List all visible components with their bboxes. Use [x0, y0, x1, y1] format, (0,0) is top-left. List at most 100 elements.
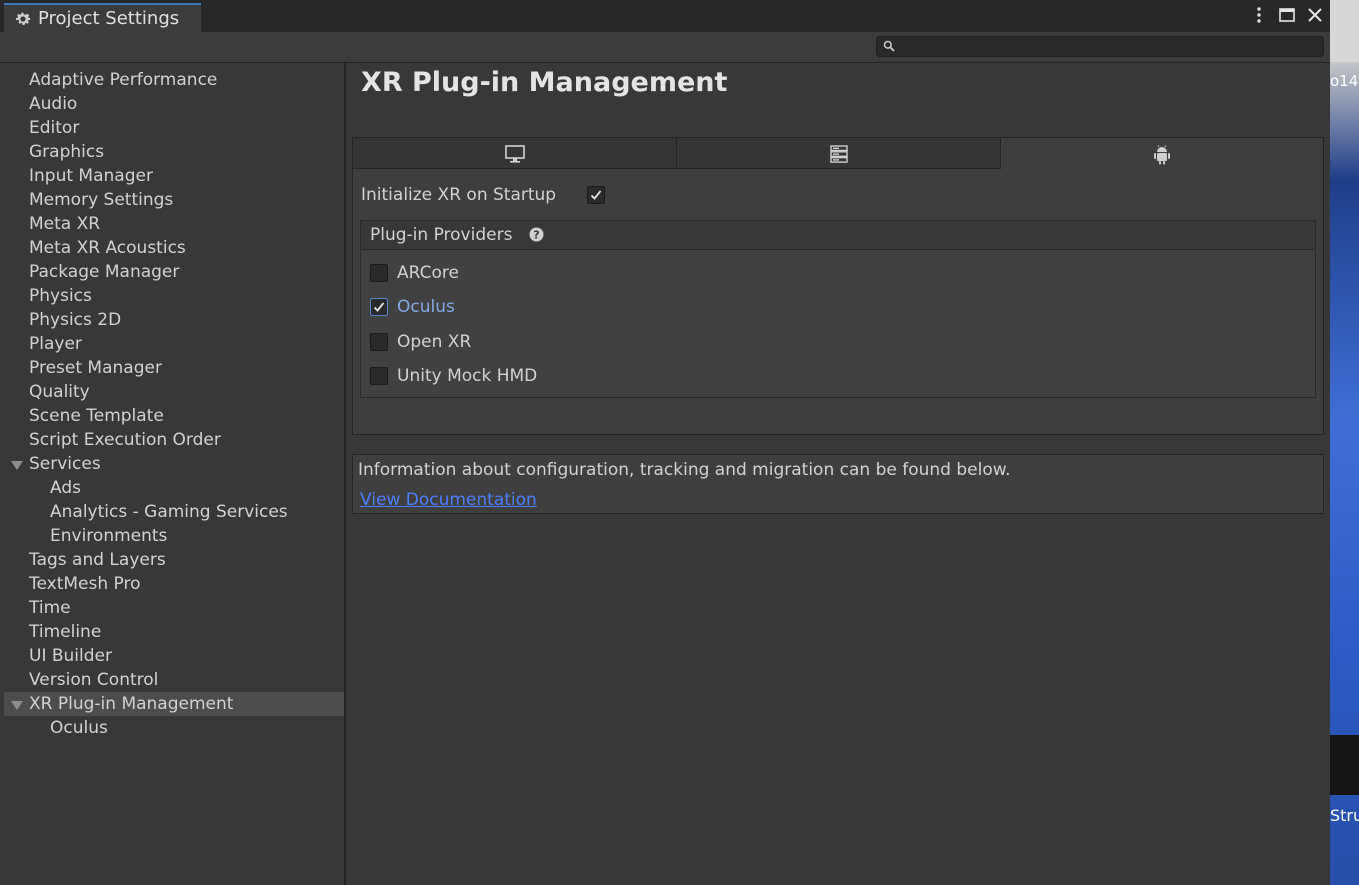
background-window: o14 Stru [1330, 0, 1359, 885]
sidebar-item-services[interactable]: Services [4, 452, 344, 476]
kebab-menu-icon[interactable] [1250, 4, 1268, 26]
checkmark-icon [373, 302, 385, 312]
provider-unity-mock-hmd-row[interactable]: Unity Mock HMD [370, 364, 770, 388]
provider-oculus-label: Oculus [397, 297, 455, 317]
provider-unity-mock-hmd-checkbox[interactable] [370, 367, 388, 385]
title-bar: Project Settings [0, 0, 1330, 32]
foldout-arrow-icon[interactable] [11, 461, 23, 470]
checkmark-icon [590, 190, 602, 200]
sidebar-item-scene-template[interactable]: Scene Template [4, 404, 344, 428]
sidebar-item-label: Audio [29, 94, 78, 114]
provider-oculus-checkbox[interactable] [370, 298, 388, 316]
view-documentation-link[interactable]: View Documentation [360, 489, 537, 511]
sidebar-item-label: Preset Manager [29, 358, 162, 378]
sidebar-item-textmesh-pro[interactable]: TextMesh Pro [4, 572, 344, 596]
plugin-providers-box: Plug-in Providers ? ARCore Oculus Open X… [360, 220, 1316, 398]
sidebar-item-label: Environments [50, 526, 168, 546]
toolbar [0, 32, 1330, 63]
info-text: Information about configuration, trackin… [358, 460, 1011, 480]
sidebar-item-label: Memory Settings [29, 190, 174, 210]
sidebar-item-physics[interactable]: Physics [4, 284, 344, 308]
settings-content: XR Plug-in Management Initialize XR on S… [346, 63, 1330, 885]
sidebar-item-label: Graphics [29, 142, 105, 162]
svg-text:?: ? [533, 229, 539, 242]
sidebar-item-label: Physics [29, 286, 92, 306]
server-icon [829, 145, 848, 163]
sidebar-item-memory-settings[interactable]: Memory Settings [4, 188, 344, 212]
sidebar-item-label: Meta XR [29, 214, 101, 234]
provider-openxr-row[interactable]: Open XR [370, 330, 770, 354]
provider-openxr-checkbox[interactable] [370, 333, 388, 351]
project-settings-window: Project Settings Adaptive Performance Au… [0, 0, 1330, 885]
plugin-providers-header: Plug-in Providers ? [361, 221, 1315, 250]
sidebar-item-label: Adaptive Performance [29, 70, 218, 90]
tab-desktop[interactable] [353, 138, 677, 169]
search-field[interactable] [876, 36, 1324, 58]
sidebar-item-graphics[interactable]: Graphics [4, 140, 344, 164]
search-icon [883, 40, 895, 52]
sidebar-item-adaptive-performance[interactable]: Adaptive Performance [4, 68, 344, 92]
sidebar-item-label: UI Builder [29, 646, 112, 666]
sidebar-item-input-manager[interactable]: Input Manager [4, 164, 344, 188]
sidebar-item-label: Input Manager [29, 166, 153, 186]
sidebar-item-label: Analytics - Gaming Services [50, 502, 288, 522]
provider-unity-mock-hmd-label: Unity Mock HMD [397, 366, 538, 386]
sidebar-item-version-control[interactable]: Version Control [4, 668, 344, 692]
provider-arcore-row[interactable]: ARCore [370, 261, 770, 285]
sidebar-item-label: Physics 2D [29, 310, 122, 330]
sidebar-item-quality[interactable]: Quality [4, 380, 344, 404]
sidebar-item-label: Player [29, 334, 82, 354]
sidebar-item-label: Oculus [50, 718, 108, 738]
sidebar-item-meta-xr-acoustics[interactable]: Meta XR Acoustics [4, 236, 344, 260]
close-icon[interactable] [1306, 4, 1324, 26]
window-title: Project Settings [38, 8, 180, 29]
sidebar-item-label: Meta XR Acoustics [29, 238, 186, 258]
sidebar-item-label: Scene Template [29, 406, 164, 426]
initialize-xr-row: Initialize XR on Startup [361, 183, 556, 207]
sidebar-item-label: Script Execution Order [29, 430, 221, 450]
provider-arcore-checkbox[interactable] [370, 264, 388, 282]
sidebar-item-tags-and-layers[interactable]: Tags and Layers [4, 548, 344, 572]
desktop-icon [504, 145, 525, 163]
sidebar-item-package-manager[interactable]: Package Manager [4, 260, 344, 284]
tab-android[interactable] [1001, 138, 1323, 169]
sidebar-item-oculus[interactable]: Oculus [4, 716, 344, 740]
sidebar-item-label: Tags and Layers [29, 550, 166, 570]
background-text-fragment: o14 [1330, 72, 1359, 90]
sidebar-item-audio[interactable]: Audio [4, 92, 344, 116]
tab-dedicated-server[interactable] [677, 138, 1001, 169]
android-icon [1154, 145, 1170, 165]
sidebar-item-time[interactable]: Time [4, 596, 344, 620]
info-box: Information about configuration, trackin… [352, 454, 1324, 514]
provider-oculus-row[interactable]: Oculus [370, 295, 770, 319]
sidebar-item-label: Ads [50, 478, 81, 498]
sidebar-item-ui-builder[interactable]: UI Builder [4, 644, 344, 668]
maximize-icon[interactable] [1278, 4, 1296, 26]
sidebar-item-preset-manager[interactable]: Preset Manager [4, 356, 344, 380]
sidebar-item-player[interactable]: Player [4, 332, 344, 356]
help-icon[interactable]: ? [529, 227, 544, 242]
sidebar-item-label: Time [29, 598, 71, 618]
plugin-providers-title: Plug-in Providers [370, 225, 513, 245]
provider-openxr-label: Open XR [397, 332, 472, 352]
sidebar-item-ads[interactable]: Ads [4, 476, 344, 500]
page-title: XR Plug-in Management [361, 67, 728, 98]
window-tab[interactable]: Project Settings [4, 3, 201, 32]
window-controls [1250, 4, 1324, 26]
sidebar-item-timeline[interactable]: Timeline [4, 620, 344, 644]
sidebar-item-xr-plugin-management[interactable]: XR Plug-in Management [4, 692, 344, 716]
initialize-xr-checkbox[interactable] [587, 186, 605, 204]
sidebar-item-meta-xr[interactable]: Meta XR [4, 212, 344, 236]
sidebar-item-label: Package Manager [29, 262, 180, 282]
platform-settings-panel: Initialize XR on Startup Plug-in Provide… [352, 137, 1324, 435]
sidebar-item-label: Quality [29, 382, 90, 402]
sidebar-item-script-execution-order[interactable]: Script Execution Order [4, 428, 344, 452]
provider-arcore-label: ARCore [397, 263, 459, 283]
sidebar-item-analytics-gaming-services[interactable]: Analytics - Gaming Services [4, 500, 344, 524]
sidebar-item-environments[interactable]: Environments [4, 524, 344, 548]
search-input[interactable] [899, 37, 1323, 58]
foldout-arrow-icon[interactable] [11, 701, 23, 710]
sidebar-item-physics-2d[interactable]: Physics 2D [4, 308, 344, 332]
sidebar-item-editor[interactable]: Editor [4, 116, 344, 140]
gear-icon [15, 12, 31, 25]
